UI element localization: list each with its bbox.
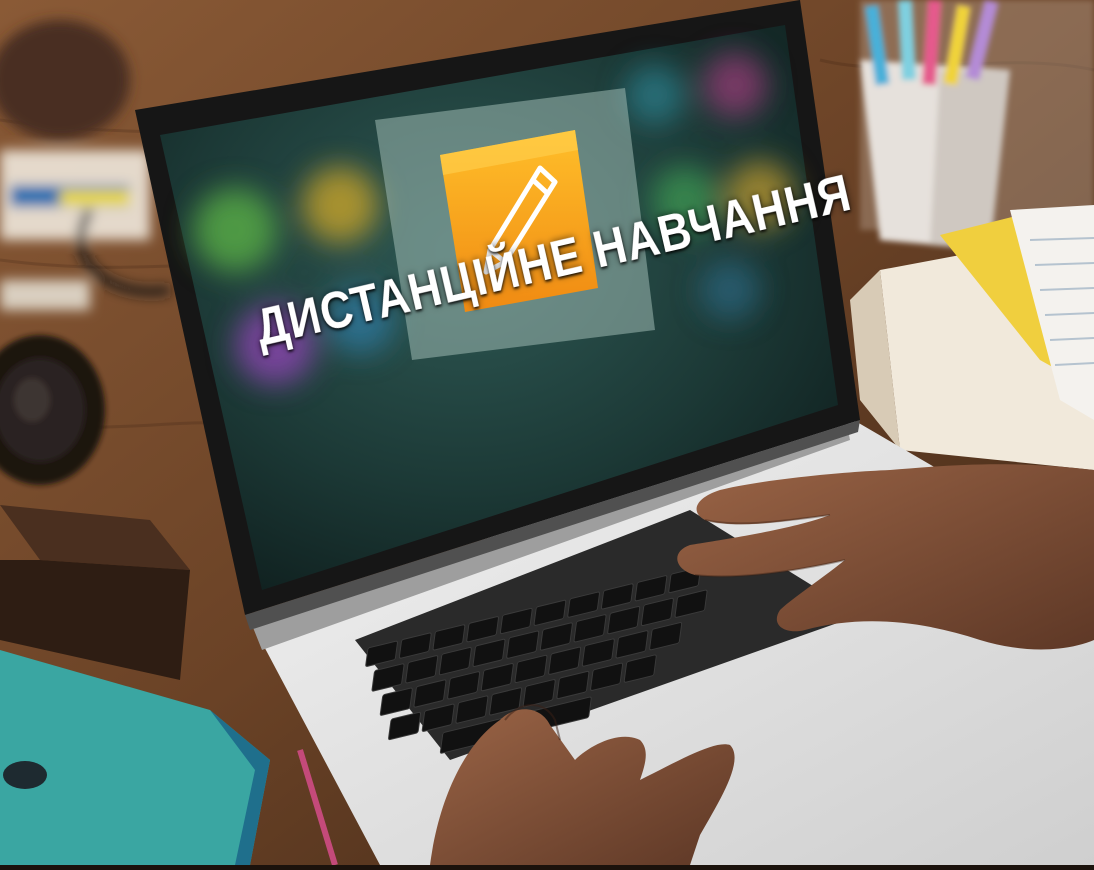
- photo-illustration: [0, 0, 1094, 866]
- photo-scene: ДИСТАНЦІЙНЕ НАВЧАННЯ: [0, 0, 1094, 866]
